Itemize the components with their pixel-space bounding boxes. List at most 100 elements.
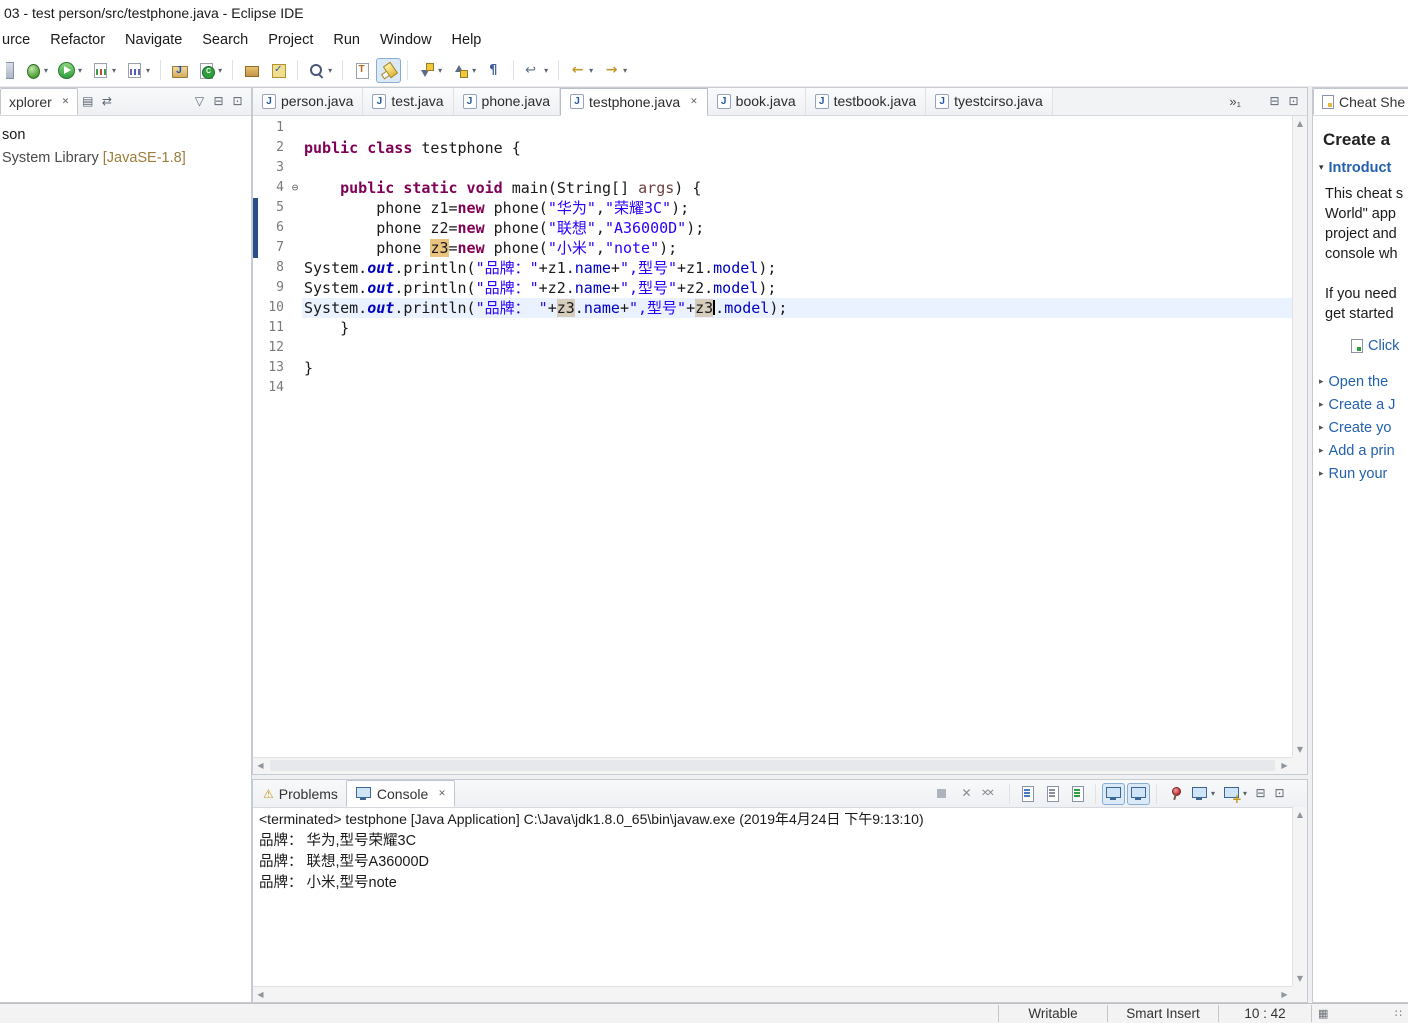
line-number[interactable]: 7 [258,238,288,258]
menu-run[interactable]: Run [323,27,370,54]
code-line[interactable]: 7 phone z3=new phone("小米","note"); [253,238,1292,258]
new-wizard-button[interactable] [2,58,18,83]
line-number[interactable]: 2 [258,138,288,158]
word-wrap-button[interactable] [1066,783,1089,805]
view-tab-problems[interactable]: ⚠ Problems [255,780,346,807]
new-class-button[interactable]: ▾ [194,58,226,83]
dropdown-arrow-icon[interactable]: ▾ [544,66,548,75]
display-selected-console-button[interactable]: ▾ [1188,783,1218,805]
code-line[interactable]: 2 public class testphone { [253,138,1292,158]
dropdown-arrow-icon[interactable]: ▾ [112,66,116,75]
minimize-icon[interactable]: ⊟ [209,92,228,111]
close-icon[interactable]: ✕ [690,97,698,107]
search-button[interactable]: ▾ [304,58,336,83]
line-number[interactable]: 12 [258,338,288,358]
dropdown-arrow-icon[interactable]: ▾ [78,66,82,75]
code-line[interactable]: 12 [253,338,1292,358]
next-annotation-button[interactable]: ▾ [414,58,446,83]
code-line[interactable]: 3 [253,158,1292,178]
line-number[interactable]: 14 [258,378,288,398]
line-number[interactable]: 9 [258,278,288,298]
dropdown-arrow-icon[interactable]: ▾ [1243,789,1247,798]
line-number[interactable]: 4 [258,178,288,198]
cheatsheet-task-link[interactable]: ▸ Run your [1319,462,1408,485]
scroll-down-icon[interactable]: ▼ [1293,971,1307,986]
show-whitespace-button[interactable] [482,58,507,83]
code-line[interactable]: 4 ⊖ public static void main(String[] args… [253,178,1292,198]
editor-vertical-scrollbar[interactable]: ▲ ▼ [1292,116,1307,757]
dropdown-arrow-icon[interactable]: ▾ [589,66,593,75]
show-console-on-output-button[interactable] [1101,782,1125,805]
previous-annotation-button[interactable]: ▾ [448,58,480,83]
cheat-sheet-section-introduction[interactable]: ▾ Introduct [1319,160,1408,176]
code-editor[interactable]: 1 2 public class testphone {3 4 ⊖ public sta… [253,116,1292,757]
maximize-icon[interactable]: ⊡ [228,92,247,111]
code-line[interactable]: 8 System.out.println("品牌："+z1.name+",型号"+… [253,258,1292,278]
terminate-button[interactable] [930,783,953,805]
menu-urce[interactable]: urce [0,27,40,54]
line-number[interactable]: 3 [258,158,288,178]
scroll-right-icon[interactable]: ▶ [1277,987,1292,1002]
dropdown-arrow-icon[interactable]: ▾ [328,66,332,75]
cheatsheet-task-link[interactable]: ▸ Add a prin [1319,439,1408,462]
view-menu-icon[interactable]: ▽ [190,92,209,111]
editor-horizontal-scrollbar[interactable]: ◀ ▶ [253,757,1292,774]
close-icon[interactable]: ✕ [62,97,70,107]
editor-tab-person-java[interactable]: Jperson.java [253,87,364,115]
clear-console-button[interactable] [1016,783,1039,805]
dropdown-arrow-icon[interactable]: ▾ [44,66,48,75]
tree-item[interactable]: son [0,124,251,147]
back-button[interactable]: ▾ [565,58,597,83]
tab-cheat-sheets[interactable]: Cheat She [1313,88,1408,115]
editor-tab-book-java[interactable]: Jbook.java [707,87,806,115]
new-package-button[interactable] [239,58,264,83]
code-line[interactable]: 14 [253,378,1292,398]
code-line[interactable]: 13} [253,358,1292,378]
open-console-button[interactable]: ▾ [1220,783,1250,805]
menu-window[interactable]: Window [370,27,442,54]
line-number[interactable]: 11 [258,318,288,338]
scroll-left-icon[interactable]: ◀ [253,758,268,774]
profile-button[interactable]: ▾ [122,58,154,83]
minimize-icon[interactable]: ⊟ [1265,92,1284,111]
coverage-button[interactable]: ▾ [88,58,120,83]
code-line[interactable]: 9 System.out.println("品牌："+z2.name+",型号"+… [253,278,1292,298]
editor-tab-testbook-java[interactable]: Jtestbook.java [805,87,927,115]
editor-tab-phone-java[interactable]: Jphone.java [453,87,561,115]
tab-overflow-indicator[interactable]: »₁ [1229,94,1241,109]
editor-tab-test-java[interactable]: Jtest.java [363,87,454,115]
code-line[interactable]: 10 System.out.println("品牌： "+z3.name+",型号… [253,298,1292,318]
open-task-button[interactable] [266,58,291,83]
dropdown-arrow-icon[interactable]: ▾ [1211,789,1215,798]
scroll-up-icon[interactable]: ▲ [1293,807,1307,822]
menu-help[interactable]: Help [442,27,492,54]
show-console-on-error-button[interactable] [1126,782,1150,805]
scroll-up-icon[interactable]: ▲ [1293,116,1307,131]
code-line[interactable]: 6 phone z2=new phone("联想","A36000D"); [253,218,1292,238]
click-to-begin-link[interactable]: Click [1351,338,1408,354]
dropdown-arrow-icon[interactable]: ▾ [472,66,476,75]
menu-search[interactable]: Search [192,27,258,54]
close-icon[interactable]: ✕ [438,789,446,799]
dropdown-arrow-icon[interactable]: ▾ [623,66,627,75]
dropdown-arrow-icon[interactable]: ▾ [218,66,222,75]
run-button[interactable]: ▾ [54,58,86,83]
tree-item[interactable]: System Library [JavaSE-1.8] [0,147,251,170]
forward-button[interactable]: ▾ [599,58,631,83]
editor-tab-testphone-java[interactable]: Jtestphone.java ✕ [560,87,708,116]
remove-all-terminated-button[interactable] [980,783,1003,805]
remove-launch-button[interactable] [955,783,978,805]
scrollbar-thumb[interactable] [270,760,1275,771]
scroll-left-icon[interactable]: ◀ [253,987,268,1002]
editor-tab-tyestcirso-java[interactable]: Jtyestcirso.java [926,87,1053,115]
cheatsheet-task-link[interactable]: ▸ Create a J [1319,393,1408,416]
view-tab-console[interactable]: Console ✕ [345,780,455,807]
code-line[interactable]: 1 [253,118,1292,138]
minimize-icon[interactable]: ⊟ [1251,784,1270,803]
maximize-icon[interactable]: ⊡ [1270,784,1289,803]
line-number[interactable]: 8 [258,258,288,278]
cheatsheet-task-link[interactable]: ▸ Create yo [1319,416,1408,439]
collapse-all-icon[interactable]: ▤ [78,92,97,111]
console-horizontal-scrollbar[interactable]: ◀ ▶ [253,986,1292,1002]
dropdown-arrow-icon[interactable]: ▾ [146,66,150,75]
